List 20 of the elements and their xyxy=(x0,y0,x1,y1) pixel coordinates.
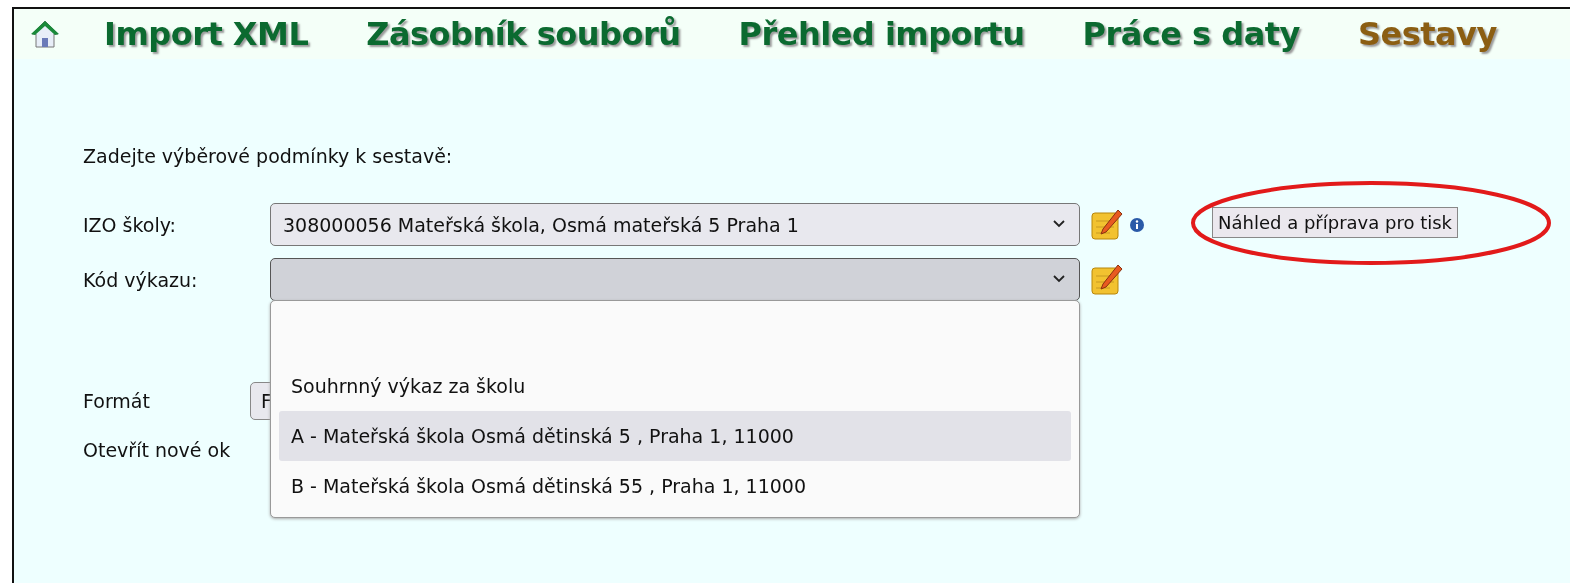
field-label: IZO školy: xyxy=(83,213,177,236)
field-label: Formát xyxy=(83,390,151,412)
field-label: Kód výkazu: xyxy=(83,268,199,291)
home-icon[interactable] xyxy=(30,19,60,49)
select-field[interactable] xyxy=(270,258,1080,301)
nav-tab[interactable]: Zásobník souborů xyxy=(366,15,681,53)
dropdown-option[interactable]: B - Mateřská škola Osmá dětinská 55 , Praha 1, 11000 xyxy=(279,461,1071,511)
dropdown-option[interactable]: Souhrnný výkaz za školu xyxy=(279,361,1071,411)
nav-tab[interactable]: Import XML xyxy=(104,15,309,53)
caret-icon xyxy=(1053,275,1065,283)
field-label: Otevřít nové ok xyxy=(83,439,231,461)
info-icon xyxy=(1129,216,1145,233)
nav-tab[interactable]: Sestavy xyxy=(1357,15,1497,53)
nav-tab[interactable]: Práce s daty xyxy=(1082,15,1300,53)
form-instruction: Zadejte výběrové podmínky k sestavě: xyxy=(83,145,454,167)
preview-button[interactable]: Náhled a příprava pro tisk xyxy=(1212,207,1458,238)
select-field[interactable]: 308000056 Mateřská škola, Osmá mateřská 5 Praha 1 xyxy=(270,203,1080,246)
caret-icon xyxy=(1053,220,1065,228)
dropdown-option[interactable]: A - Mateřská škola Osmá dětinská 5 , Praha 1, 11000 xyxy=(279,411,1071,461)
nav-tab[interactable]: Přehled importu xyxy=(738,15,1025,53)
